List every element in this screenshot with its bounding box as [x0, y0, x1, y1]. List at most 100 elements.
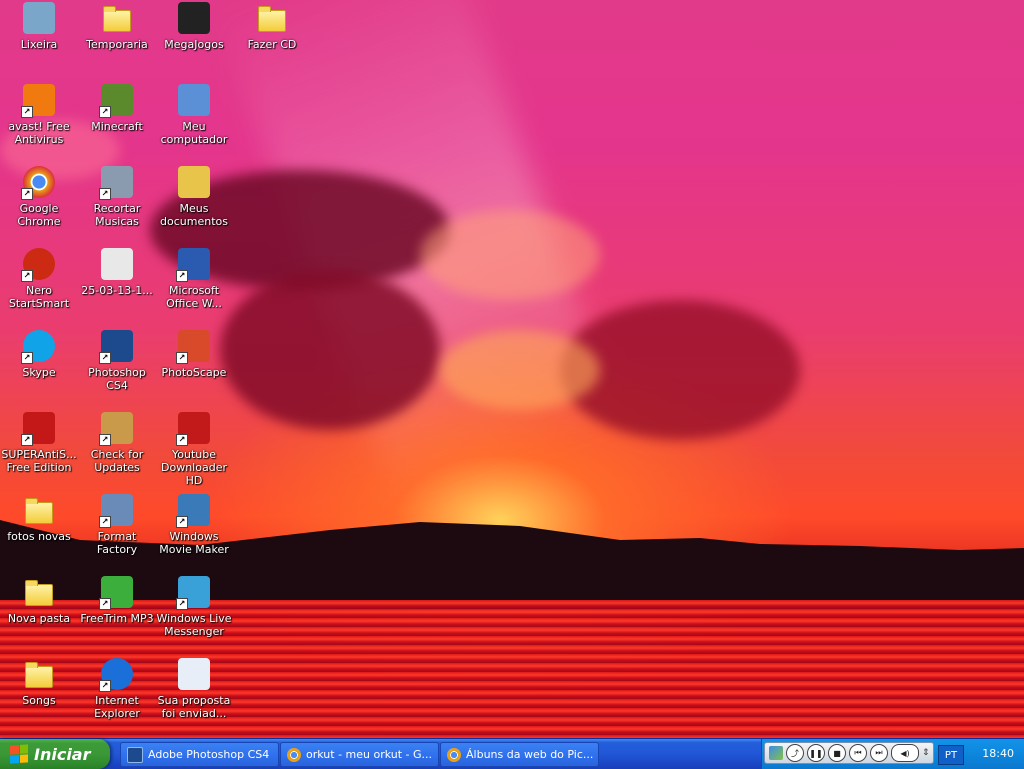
desktop-icon-label: PhotoScape: [161, 366, 227, 379]
start-label: Iniciar: [34, 744, 91, 764]
desktop-icon[interactable]: Lixeira: [0, 2, 78, 51]
desktop-icon[interactable]: Songs: [0, 658, 78, 707]
desktop-icon-label: Skype: [22, 366, 56, 379]
chrome-icon: [447, 747, 461, 762]
shortcut-arrow-icon: ↗: [176, 598, 188, 610]
desktop-icon-label: Temporaria: [86, 38, 148, 51]
desktop-icon-label: Windows Live Messenger: [156, 612, 232, 638]
desktop-icon[interactable]: 25-03-13-1...: [78, 248, 156, 297]
desktop-icon-label: Google Chrome: [17, 202, 61, 228]
documents-folder-icon: [178, 166, 210, 198]
folder-shape: [25, 580, 53, 606]
pause-icon[interactable]: ❚❚: [807, 744, 825, 762]
desktop-icon-label: Nero StartSmart: [8, 284, 70, 310]
megajogos-icon: [178, 2, 210, 34]
taskbar: Iniciar Adobe Photoshop CS4 orkut - meu …: [0, 738, 1024, 769]
desktop-icon[interactable]: ↗ PhotoScape: [155, 330, 233, 379]
computer-icon: [178, 84, 210, 116]
desktop-icon[interactable]: ↗ Windows Live Messenger: [155, 576, 233, 638]
desktop-icon-label: Format Factory: [96, 530, 138, 556]
avast-icon: ↗: [21, 84, 55, 118]
desktop-icon[interactable]: ↗ Format Factory: [78, 494, 156, 556]
taskbar-button-label: orkut - meu orkut - G...: [306, 748, 433, 761]
volume-icon[interactable]: ◀): [891, 744, 919, 762]
desktop-icon[interactable]: ↗ Windows Movie Maker: [155, 494, 233, 556]
desktop-icon[interactable]: ↗ Google Chrome: [0, 166, 78, 228]
media-player-logo-icon[interactable]: [769, 746, 783, 760]
desktop-icon[interactable]: ↗ Check for Updates: [78, 412, 156, 474]
shortcut-arrow-icon: ↗: [21, 188, 33, 200]
desktop-icon[interactable]: Nova pasta: [0, 576, 78, 625]
folder-shape: [258, 6, 286, 32]
system-tray: ⤴ ❚❚ ■ ⏮ ⏭ ◀) ⇕ PT 18:40: [761, 739, 1024, 769]
desktop: Lixeira Temporaria MegaJogos Fazer CD ↗ avast…: [0, 0, 1024, 738]
chrome-icon: [287, 747, 301, 762]
shortcut-arrow-icon: ↗: [99, 680, 111, 692]
update-box-icon: ↗: [99, 412, 133, 446]
taskbar-button-picasa[interactable]: Álbuns da web do Pic...: [440, 742, 599, 767]
desktop-icon[interactable]: ↗ Photoshop CS4: [78, 330, 156, 392]
ie-icon: ↗: [99, 658, 133, 692]
desktop-icon-label: Youtube Downloader HD: [161, 448, 227, 487]
desktop-icon[interactable]: ↗ Minecraft: [78, 84, 156, 133]
desktop-icon-label: Minecraft: [91, 120, 143, 133]
folder-icon: [23, 494, 55, 526]
desktop-icon-label: Songs: [22, 694, 56, 707]
desktop-icon-label: Recortar Musicas: [93, 202, 141, 228]
desktop-icon[interactable]: Fazer CD: [233, 2, 311, 51]
next-icon[interactable]: ⏭: [870, 744, 888, 762]
desktop-icon-label: Nova pasta: [7, 612, 71, 625]
previous-icon[interactable]: ⏮: [849, 744, 867, 762]
desktop-icon[interactable]: Meu computador: [155, 84, 233, 146]
movie-maker-icon: ↗: [176, 494, 210, 528]
start-button[interactable]: Iniciar: [0, 739, 110, 769]
shortcut-arrow-icon: ↗: [99, 598, 111, 610]
desktop-icon-label: fotos novas: [7, 530, 71, 543]
desktop-icon[interactable]: Meus documentos: [155, 166, 233, 228]
desktop-icon[interactable]: ↗ Internet Explorer: [78, 658, 156, 720]
desktop-icon[interactable]: ↗ FreeTrim MP3: [78, 576, 156, 625]
shortcut-arrow-icon: ↗: [176, 516, 188, 528]
desktop-icon[interactable]: ↗ avast! Free Antivirus: [0, 84, 78, 146]
media-player-toolbar: ⤴ ❚❚ ■ ⏮ ⏭ ◀) ⇕: [764, 742, 934, 764]
desktop-icon-label: SUPERAntiS... Free Edition: [1, 448, 77, 474]
chrome-icon: ↗: [21, 166, 55, 200]
language-indicator[interactable]: PT: [938, 745, 964, 765]
desktop-icon-label: Check for Updates: [90, 448, 144, 474]
nero-icon: ↗: [21, 248, 55, 282]
desktop-icon[interactable]: fotos novas: [0, 494, 78, 543]
taskbar-button-orkut[interactable]: orkut - meu orkut - G...: [280, 742, 439, 767]
shortcut-arrow-icon: ↗: [99, 188, 111, 200]
desktop-icon-label: 25-03-13-1...: [81, 284, 153, 297]
taskbar-button-photoshop[interactable]: Adobe Photoshop CS4: [120, 742, 279, 767]
desktop-icon[interactable]: ↗ Skype: [0, 330, 78, 379]
desktop-icon[interactable]: ↗ Microsoft Office W...: [155, 248, 233, 310]
desktop-icon[interactable]: ↗ Youtube Downloader HD: [155, 412, 233, 487]
desktop-icon[interactable]: MegaJogos: [155, 2, 233, 51]
youtube-downloader-icon: ↗: [176, 412, 210, 446]
word-icon: ↗: [176, 248, 210, 282]
folder-icon: [256, 2, 288, 34]
freetrim-icon: ↗: [99, 576, 133, 610]
desktop-icon[interactable]: ↗ Nero StartSmart: [0, 248, 78, 310]
image-file-icon: [101, 248, 133, 280]
desktop-icon[interactable]: ↗ SUPERAntiS... Free Edition: [0, 412, 78, 474]
restore-icon[interactable]: ⤴: [786, 744, 804, 762]
shortcut-arrow-icon: ↗: [99, 352, 111, 364]
photoshop-icon: [127, 746, 143, 763]
toolbar-expand-icon[interactable]: ⇕: [922, 748, 930, 758]
shortcut-arrow-icon: ↗: [21, 270, 33, 282]
cloud: [420, 210, 600, 300]
folder-shape: [103, 6, 131, 32]
desktop-icon[interactable]: Temporaria: [78, 2, 156, 51]
stop-icon[interactable]: ■: [828, 744, 846, 762]
folder-icon: [23, 576, 55, 608]
taskbar-button-label: Álbuns da web do Pic...: [466, 748, 594, 761]
word-document-icon: [178, 658, 210, 690]
clock[interactable]: 18:40: [982, 747, 1014, 760]
shortcut-arrow-icon: ↗: [21, 434, 33, 446]
desktop-icon[interactable]: ↗ Recortar Musicas: [78, 166, 156, 228]
minecraft-icon: ↗: [99, 84, 133, 118]
desktop-icon-label: Microsoft Office W...: [166, 284, 222, 310]
desktop-icon[interactable]: Sua proposta foi enviad...: [155, 658, 233, 720]
